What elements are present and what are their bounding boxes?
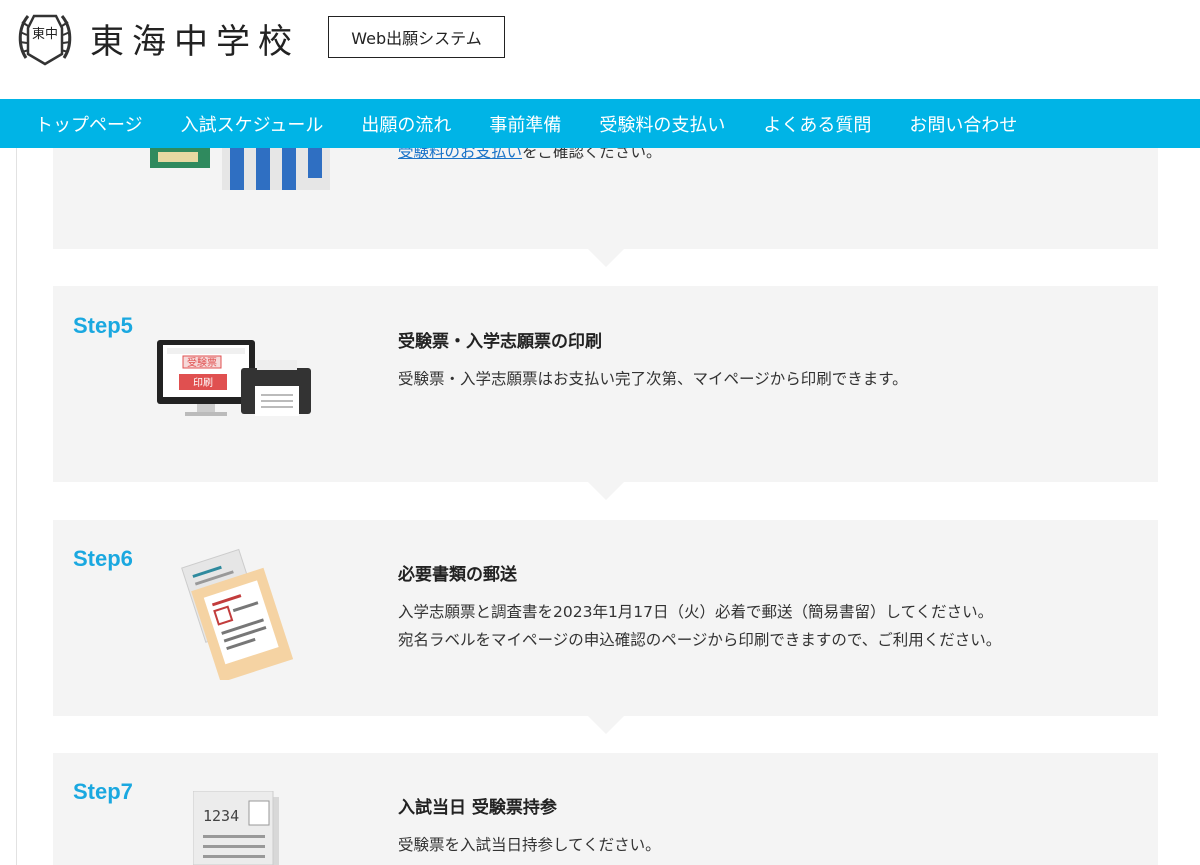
nav-item-contact[interactable]: お問い合わせ xyxy=(909,111,1017,137)
step7-title: 入試当日 受験票持参 xyxy=(398,798,557,818)
screen-text-ticket: 受験票 xyxy=(187,356,217,369)
site-header: 東中 東海中学校 Web出願システム xyxy=(0,0,1200,99)
step7-card: Step7 1234 入試当日 受験票持参 受験票を入試当日持参してください。 xyxy=(53,753,1158,865)
step7-label: Step7 xyxy=(73,779,133,804)
logo-text: 東中 xyxy=(32,26,58,42)
step-arrow xyxy=(588,716,624,734)
nav-item-top[interactable]: トップページ xyxy=(35,111,143,137)
mailing-documents-icon xyxy=(181,548,294,680)
exam-ticket-icon: 1234 xyxy=(193,791,279,865)
ticket-number: 1234 xyxy=(203,807,239,825)
step-arrow xyxy=(588,482,624,500)
nav-item-payment[interactable]: 受験料の支払い xyxy=(599,111,725,137)
step-arrow xyxy=(588,249,624,267)
step6-label: Step6 xyxy=(73,546,133,571)
school-name[interactable]: 東海中学校 xyxy=(90,14,300,63)
step6-desc-line2: 宛名ラベルをマイページの申込確認のページから印刷できますので、ご利用ください。 xyxy=(398,631,1002,649)
step5-desc: 受験票・入学志願票はお支払い完了次第、マイページから印刷できます。 xyxy=(398,370,908,388)
screen-text-print: 印刷 xyxy=(193,377,213,389)
step6-title: 必要書類の郵送 xyxy=(398,565,517,585)
step5-label: Step5 xyxy=(73,313,133,338)
school-logo-icon[interactable]: 東中 xyxy=(16,8,74,70)
global-nav: トップページ 入試スケジュール 出願の流れ 事前準備 受験料の支払い よくある質… xyxy=(0,99,1200,148)
step4-card: 受験料のお支払いをご確認ください。 xyxy=(53,143,1158,249)
payment-illustration-icon xyxy=(150,148,330,190)
nav-item-faq[interactable]: よくある質問 xyxy=(763,111,871,137)
step5-title: 受験票・入学志願票の印刷 xyxy=(398,332,602,352)
nav-item-preparation[interactable]: 事前準備 xyxy=(489,111,561,137)
print-illustration-icon: 受験票 印刷 xyxy=(157,340,311,416)
nav-item-schedule[interactable]: 入試スケジュール xyxy=(181,111,324,137)
nav-item-application-flow[interactable]: 出願の流れ xyxy=(361,111,451,137)
step5-card: Step5 受験票 印刷 受験票・入学志願票の印刷 受験票・入学志願票はお支払い… xyxy=(53,286,1158,482)
web-application-system-button[interactable]: Web出願システム xyxy=(328,16,505,58)
step6-card: Step6 必要書類の郵送 入学志願票と調査書を2023年1月17日（火）必着で… xyxy=(53,520,1158,716)
step7-desc: 受験票を入試当日持参してください。 xyxy=(398,836,661,854)
